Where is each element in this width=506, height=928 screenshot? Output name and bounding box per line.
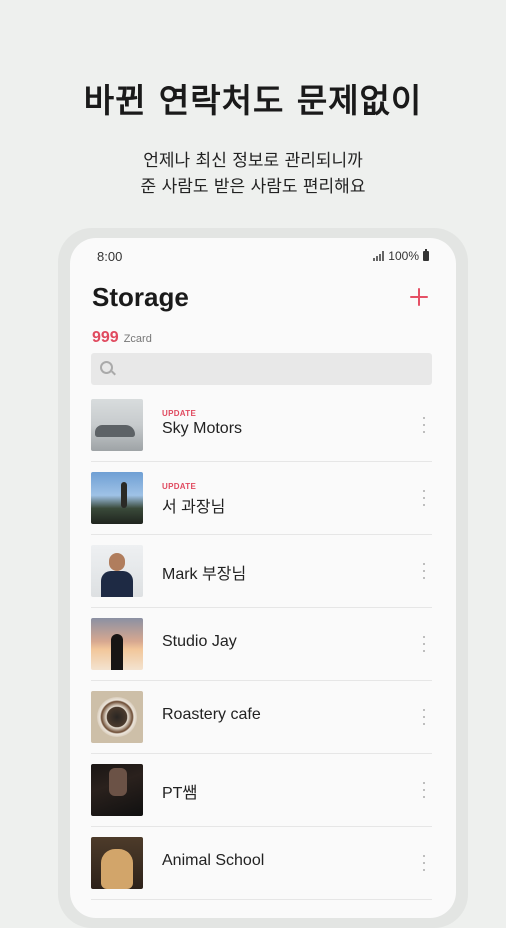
plus-icon[interactable] [407, 285, 431, 309]
status-indicators: 100% [373, 249, 429, 263]
phone-screen: 8:00 100% Storage 999 Zcard UPDATE Sky M… [70, 238, 456, 918]
card-count-unit: Zcard [123, 333, 152, 345]
battery-icon [423, 249, 429, 261]
status-time: 8:00 [97, 249, 123, 264]
contact-name: Mark 부장님 [162, 566, 247, 583]
contact-thumbnail [91, 472, 143, 524]
card-count: 999 Zcard [92, 329, 152, 347]
contact-thumbnail [91, 691, 143, 743]
card-count-number: 999 [92, 329, 119, 346]
more-vert-icon[interactable] [422, 563, 426, 579]
page-title: Storage [92, 282, 189, 312]
contact-name: PT쌤 [162, 785, 198, 802]
more-vert-icon[interactable] [422, 417, 426, 433]
signal-icon [373, 251, 385, 261]
contact-row-seo-manager[interactable]: UPDATE 서 과장님 [91, 462, 432, 535]
more-vert-icon[interactable] [422, 490, 426, 506]
update-badge: UPDATE [162, 409, 197, 418]
contact-name: Studio Jay [162, 633, 237, 650]
contact-thumbnail [91, 764, 143, 816]
promo-subtitle-line2: 준 사람도 받은 사람도 편리해요 [140, 177, 366, 197]
contact-row-studio-jay[interactable]: Studio Jay [91, 608, 432, 681]
more-vert-icon[interactable] [422, 636, 426, 652]
contact-thumbnail [91, 399, 143, 451]
contact-name: Roastery cafe [162, 706, 261, 723]
contact-thumbnail [91, 618, 143, 670]
contact-name: Sky Motors [162, 420, 243, 437]
contact-thumbnail [91, 545, 143, 597]
contact-row-mark[interactable]: Mark 부장님 [91, 535, 432, 608]
search-icon [100, 361, 113, 374]
contact-row-roastery-cafe[interactable]: Roastery cafe [91, 681, 432, 754]
promo-subtitle-line1: 언제나 최신 정보로 관리되니까 [143, 151, 363, 171]
contact-row-sky-motors[interactable]: UPDATE Sky Motors [91, 389, 432, 462]
more-vert-icon[interactable] [422, 782, 426, 798]
contact-name: Animal School [162, 852, 265, 869]
more-vert-icon[interactable] [422, 709, 426, 725]
promo-headline: 바뀐 연락처도 문제없이 [83, 81, 423, 120]
contact-thumbnail [91, 837, 143, 889]
contact-list: UPDATE Sky Motors UPDATE 서 과장님 Mark 부장님 … [91, 389, 432, 900]
search-input[interactable] [91, 353, 432, 385]
contact-row-pt[interactable]: PT쌤 [91, 754, 432, 827]
more-vert-icon[interactable] [422, 855, 426, 871]
contact-row-animal-school[interactable]: Animal School [91, 827, 432, 900]
battery-percent: 100% [388, 249, 419, 263]
update-badge: UPDATE [162, 482, 197, 491]
contact-name: 서 과장님 [162, 499, 226, 516]
